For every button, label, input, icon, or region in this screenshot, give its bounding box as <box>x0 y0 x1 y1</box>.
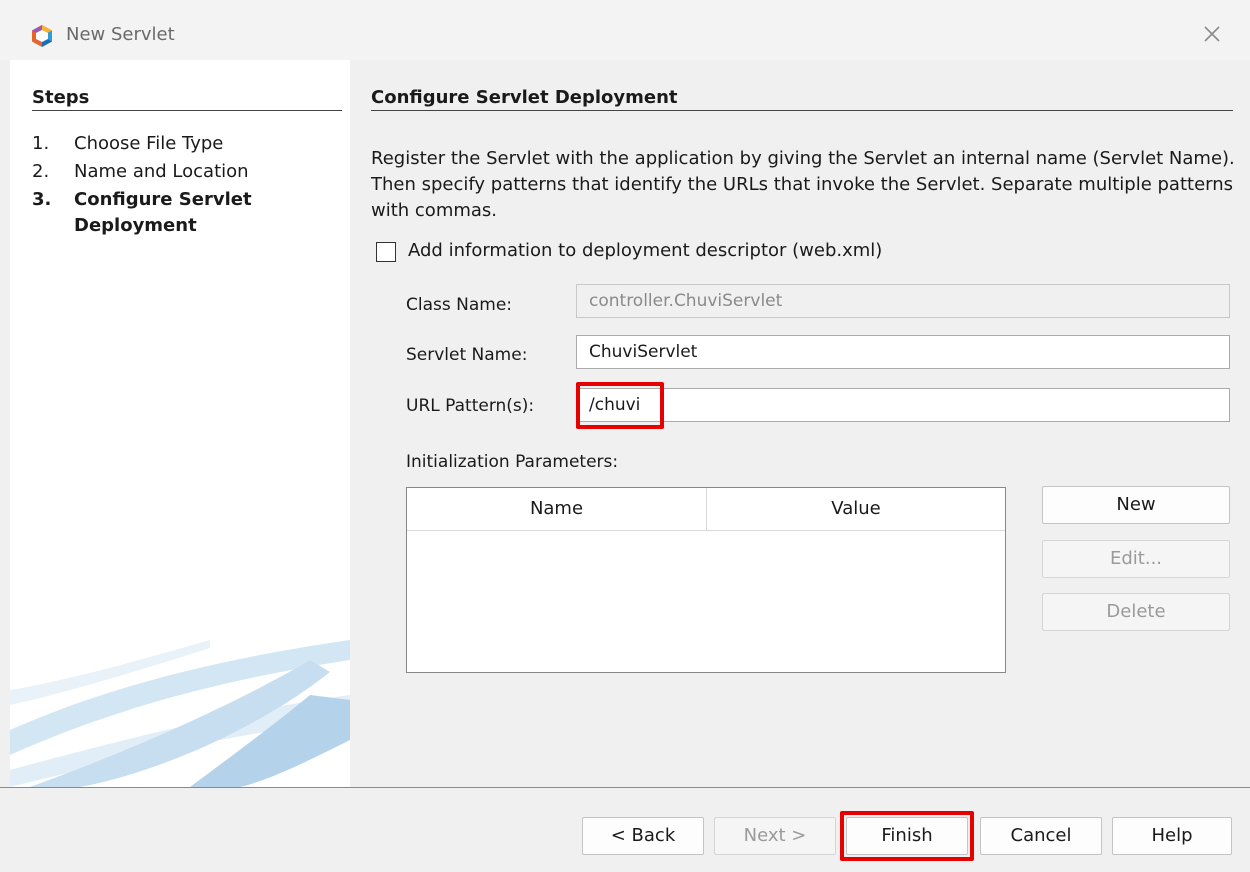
window-title: New Servlet <box>66 24 175 45</box>
back-button[interactable]: < Back <box>582 817 704 855</box>
deployment-descriptor-checkbox-label[interactable]: Add information to deployment descriptor… <box>408 240 882 261</box>
table-header: Name Value <box>407 488 1005 531</box>
servlet-name-field[interactable]: ChuviServlet <box>576 335 1230 369</box>
init-params-table[interactable]: Name Value <box>406 487 1006 673</box>
servlet-name-label: Servlet Name: <box>406 345 528 365</box>
decorative-swoosh-graphic <box>10 640 350 787</box>
help-button[interactable]: Help <box>1112 817 1232 855</box>
class-name-label: Class Name: <box>406 295 513 315</box>
step-number: 1. <box>32 133 50 154</box>
finish-highlight <box>840 811 974 861</box>
section-divider <box>371 110 1233 111</box>
footer-divider <box>0 787 1250 788</box>
init-params-label: Initialization Parameters: <box>406 452 619 472</box>
title-bar: New Servlet <box>0 0 1250 60</box>
steps-panel: Steps 1. Choose File Type 2. Name and Lo… <box>10 60 350 787</box>
steps-heading: Steps <box>32 87 90 108</box>
section-heading: Configure Servlet Deployment <box>371 87 678 108</box>
description-text: Register the Servlet with the applicatio… <box>371 148 1235 221</box>
step-label: Choose File Type <box>74 133 224 154</box>
edit-param-button[interactable]: Edit... <box>1042 540 1230 578</box>
url-pattern-label: URL Pattern(s): <box>406 396 535 416</box>
url-pattern-highlight <box>576 382 664 429</box>
steps-divider <box>32 110 342 111</box>
deployment-descriptor-checkbox[interactable] <box>376 242 396 262</box>
column-header-name[interactable]: Name <box>407 488 706 530</box>
cancel-button[interactable]: Cancel <box>980 817 1102 855</box>
step-number: 2. <box>32 161 50 182</box>
url-pattern-field[interactable]: /chuvi <box>576 388 1230 422</box>
class-name-field: controller.ChuviServlet <box>576 284 1230 318</box>
step-label: Name and Location <box>74 161 249 182</box>
next-button[interactable]: Next > <box>714 817 836 855</box>
main-panel: Configure Servlet Deployment Register th… <box>350 60 1250 787</box>
step-label: Configure Servlet Deployment <box>74 189 252 236</box>
column-header-value[interactable]: Value <box>707 488 1005 530</box>
step-number: 3. <box>32 189 52 210</box>
delete-param-button[interactable]: Delete <box>1042 593 1230 631</box>
new-param-button[interactable]: New <box>1042 486 1230 524</box>
netbeans-logo-icon <box>32 25 52 47</box>
close-icon[interactable] <box>1200 22 1224 46</box>
